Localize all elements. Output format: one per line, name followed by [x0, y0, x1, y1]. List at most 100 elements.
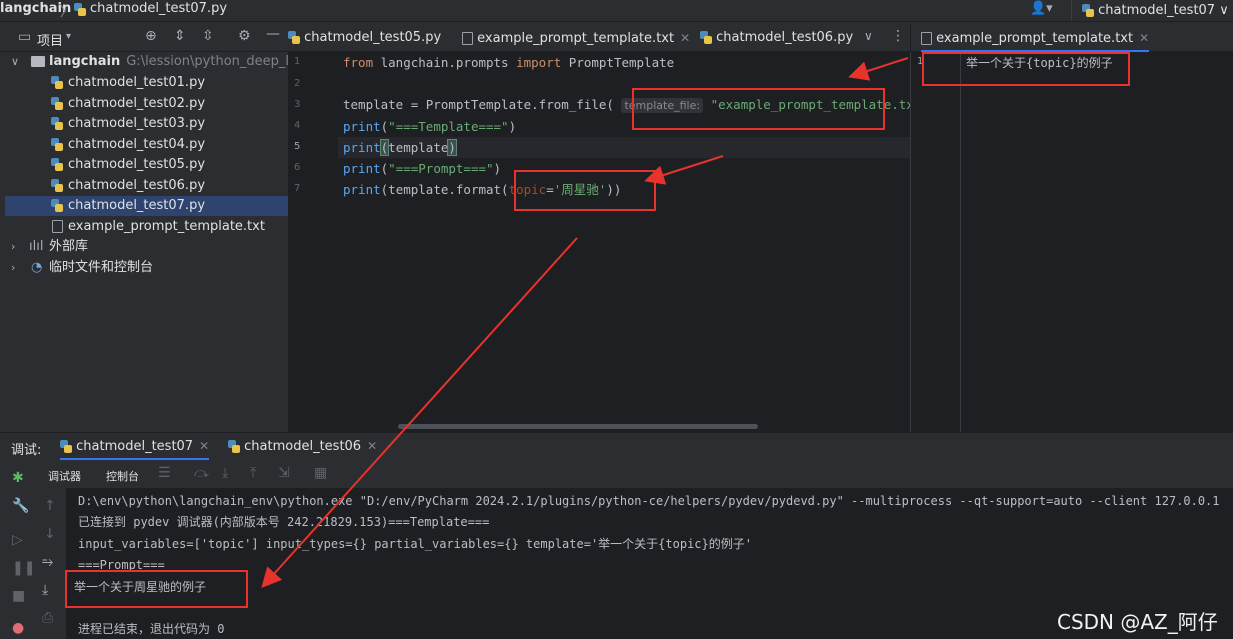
close-icon[interactable]: ✕	[680, 31, 690, 45]
python-file-icon	[51, 196, 63, 216]
gear-icon[interactable]: ⚙	[238, 28, 251, 44]
more-icon[interactable]: ⋮	[891, 28, 905, 44]
expand-all-icon[interactable]: ⇕	[174, 28, 186, 44]
menu-icon[interactable]: ☰	[158, 465, 171, 481]
chevron-down-icon[interactable]: ∨	[11, 52, 19, 72]
tree-external-libraries[interactable]: › ılıl 外部库	[5, 237, 288, 257]
debug-subtab-bar: 调试器 控制台 ☰ ⤼ ⤓ ⤒ ⇲ ▦	[0, 460, 1233, 488]
line-number: 5	[294, 141, 301, 152]
python-file-icon	[228, 440, 240, 453]
tree-file-item[interactable]: chatmodel_test03.py	[5, 114, 288, 134]
python-file-icon	[51, 94, 63, 114]
run-to-cursor-icon[interactable]: ⇲	[278, 465, 290, 481]
breadcrumb-file[interactable]: chatmodel_test07.py	[90, 1, 227, 16]
chevron-right-icon[interactable]: ›	[11, 237, 15, 257]
close-icon[interactable]: ✕	[199, 439, 209, 453]
step-out-icon[interactable]: ⤒	[250, 465, 256, 481]
tree-file-item[interactable]: chatmodel_test04.py	[5, 135, 288, 155]
python-file-icon	[700, 31, 712, 44]
chevron-down-icon[interactable]: ∨	[864, 29, 873, 43]
line-number: 1	[294, 56, 301, 67]
scratch-icon: ◔	[31, 260, 43, 275]
pause-icon[interactable]: ❚❚	[12, 560, 35, 576]
tab-chatmodel-test05[interactable]: chatmodel_test05.py	[288, 24, 441, 52]
tree-file-item[interactable]: chatmodel_test05.py	[5, 155, 288, 175]
evaluate-icon[interactable]: ▦	[314, 465, 327, 481]
tree-root-langchain[interactable]: ∨ langchain G:\lession\python_deep_lea	[5, 52, 288, 72]
wrench-icon[interactable]: 🔧	[12, 498, 29, 514]
tree-scratches[interactable]: › ◔ 临时文件和控制台	[5, 258, 288, 278]
debug-label: 调试:	[11, 443, 42, 458]
debug-tab-label: chatmodel_test06	[244, 439, 362, 454]
debug-tab-chatmodel-test06[interactable]: chatmodel_test06 ✕	[228, 433, 377, 460]
tab-example-prompt-template[interactable]: example_prompt_template.txt ✕	[462, 24, 690, 52]
root-folder-name: langchain	[49, 54, 121, 69]
tab-console[interactable]: 控制台	[106, 468, 139, 484]
scroll-to-end-icon[interactable]: ⤓	[42, 582, 48, 598]
line-number: 2	[294, 78, 301, 89]
file-name: chatmodel_test02.py	[68, 96, 206, 111]
run-config-label: chatmodel_test07 ∨	[1098, 3, 1229, 18]
print-icon[interactable]: ⎙	[42, 610, 53, 626]
resume-icon[interactable]: ▷	[12, 532, 23, 548]
tab-debugger[interactable]: 调试器	[48, 468, 81, 484]
annotation-box-template-file	[632, 88, 885, 130]
chevron-right-icon[interactable]: ›	[11, 258, 15, 278]
locate-icon[interactable]: ⊕	[145, 28, 157, 44]
tree-file-item[interactable]: chatmodel_test02.py	[5, 94, 288, 114]
code-line-5: print(template)	[343, 139, 457, 156]
txt-editor[interactable]: 1 举一个关于{topic}的例子	[910, 52, 1233, 432]
tab-chatmodel-test06[interactable]: chatmodel_test06.py	[700, 24, 853, 52]
tab-example-prompt-template-right[interactable]: example_prompt_template.txt ✕	[921, 24, 1150, 52]
root-folder-path: G:\lession\python_deep_lea	[126, 54, 288, 69]
folder-icon	[31, 52, 45, 72]
external-libraries-label: 外部库	[49, 239, 89, 254]
debug-tab-chatmodel-test07[interactable]: chatmodel_test07 ✕	[60, 433, 210, 460]
close-icon[interactable]: ✕	[1139, 31, 1149, 45]
console-line: 进程已结束，退出代码为 0	[78, 622, 225, 636]
text-file-icon	[462, 32, 473, 45]
editor-tab-bar: chatmodel_test05.py example_prompt_templ…	[288, 24, 910, 52]
scratches-label: 临时文件和控制台	[49, 260, 154, 275]
library-icon: ılıl	[29, 239, 44, 254]
project-panel-icon: ▭	[18, 29, 32, 45]
file-name: example_prompt_template.txt	[68, 219, 265, 234]
user-icon[interactable]: 👤▾	[1030, 1, 1053, 16]
close-icon[interactable]: ✕	[367, 439, 377, 453]
project-panel-title[interactable]: 项目	[37, 30, 63, 49]
console-line: input_variables=['topic'] input_types={}…	[78, 537, 752, 551]
line-number: 3	[294, 99, 301, 110]
file-name: chatmodel_test06.py	[68, 178, 206, 193]
run-configuration-selector[interactable]: chatmodel_test07 ∨	[1071, 0, 1233, 21]
tree-file-item[interactable]: example_prompt_template.txt	[5, 217, 288, 237]
code-line-4: print("===Template===")	[343, 119, 517, 134]
step-into-icon[interactable]: ⤓	[222, 465, 228, 481]
step-over-icon[interactable]: ⤼	[194, 465, 209, 481]
tree-file-item[interactable]: chatmodel_test01.py	[5, 73, 288, 93]
code-line-6: print("===Prompt===")	[343, 161, 502, 176]
tab-label: example_prompt_template.txt	[936, 31, 1134, 46]
stop-icon[interactable]: ■	[12, 588, 25, 604]
breakpoint-icon[interactable]: ●	[12, 620, 24, 636]
tree-file-item[interactable]: chatmodel_test06.py	[5, 176, 288, 196]
tab-label: chatmodel_test06.py	[716, 30, 854, 45]
tree-file-item-selected[interactable]: chatmodel_test07.py	[5, 196, 288, 216]
annotation-box-template-content	[922, 52, 1130, 86]
navigation-bar: langchain 〉 chatmodel_test07.py 👤▾ chatm…	[0, 0, 1233, 22]
arrow-up-icon[interactable]: ↑	[44, 498, 56, 514]
collapse-all-icon[interactable]: ⇳	[202, 28, 214, 44]
soft-wrap-icon[interactable]: ⥱	[42, 554, 53, 570]
debug-bug-icon[interactable]: ✱	[12, 470, 24, 486]
editor-gutter: 1 3 2 4 5 6 7	[288, 52, 338, 432]
annotation-box-topic-arg	[514, 170, 656, 211]
console-line: D:\env\python\langchain_env\python.exe "…	[78, 494, 1220, 508]
tab-label: example_prompt_template.txt	[477, 31, 675, 46]
arrow-down-icon[interactable]: ↓	[44, 526, 56, 542]
python-file-icon	[74, 3, 86, 16]
minimize-icon[interactable]: —	[266, 26, 280, 42]
file-name: chatmodel_test05.py	[68, 157, 206, 172]
python-file-icon	[60, 440, 72, 453]
file-name: chatmodel_test04.py	[68, 137, 206, 152]
chevron-down-icon[interactable]: ▾	[66, 31, 71, 42]
horizontal-scrollbar[interactable]	[398, 424, 758, 429]
